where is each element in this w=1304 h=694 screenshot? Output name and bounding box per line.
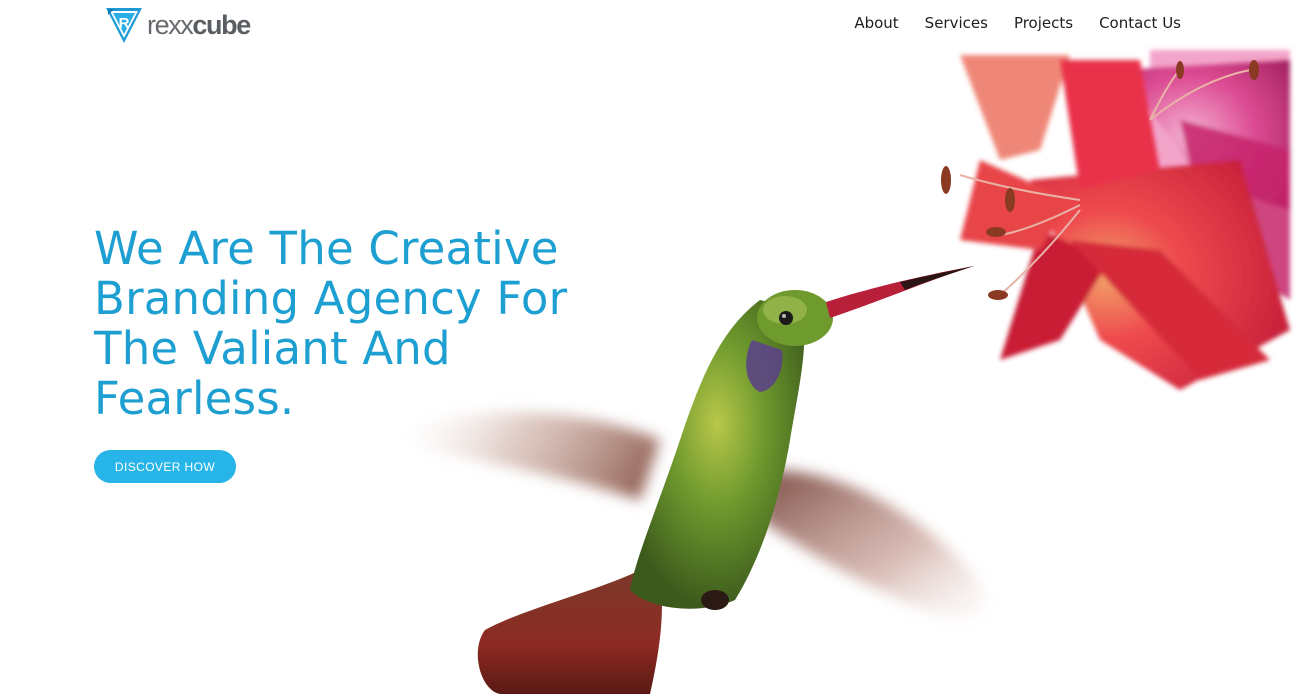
discover-how-button[interactable]: DISCOVER HOW (94, 450, 236, 483)
bird-eye (779, 311, 793, 325)
brand-name-bold: cube (192, 9, 251, 40)
hero-headline: We Are The Creative Branding Agency For … (94, 222, 568, 425)
wing-right (760, 470, 985, 619)
nav-link-services[interactable]: Services (925, 12, 988, 34)
brand-logo[interactable]: R rexxcube (104, 5, 251, 45)
nav-link-contact-us[interactable]: Contact Us (1099, 12, 1181, 34)
lily-flowers (960, 50, 1290, 390)
bird-foot (701, 590, 729, 610)
brand-name: rexxcube (147, 9, 251, 40)
rexxcube-r-shield-icon: R (106, 8, 142, 43)
nav-link-about[interactable]: About (854, 12, 898, 34)
nav-link-projects[interactable]: Projects (1014, 12, 1073, 34)
bird-body (630, 300, 805, 609)
brand-name-light: rexx (147, 9, 194, 40)
main-nav: About Services Projects Contact Us (828, 12, 1181, 34)
wing-left (406, 412, 660, 500)
svg-text:R: R (119, 15, 130, 32)
bird-beak (826, 266, 974, 318)
